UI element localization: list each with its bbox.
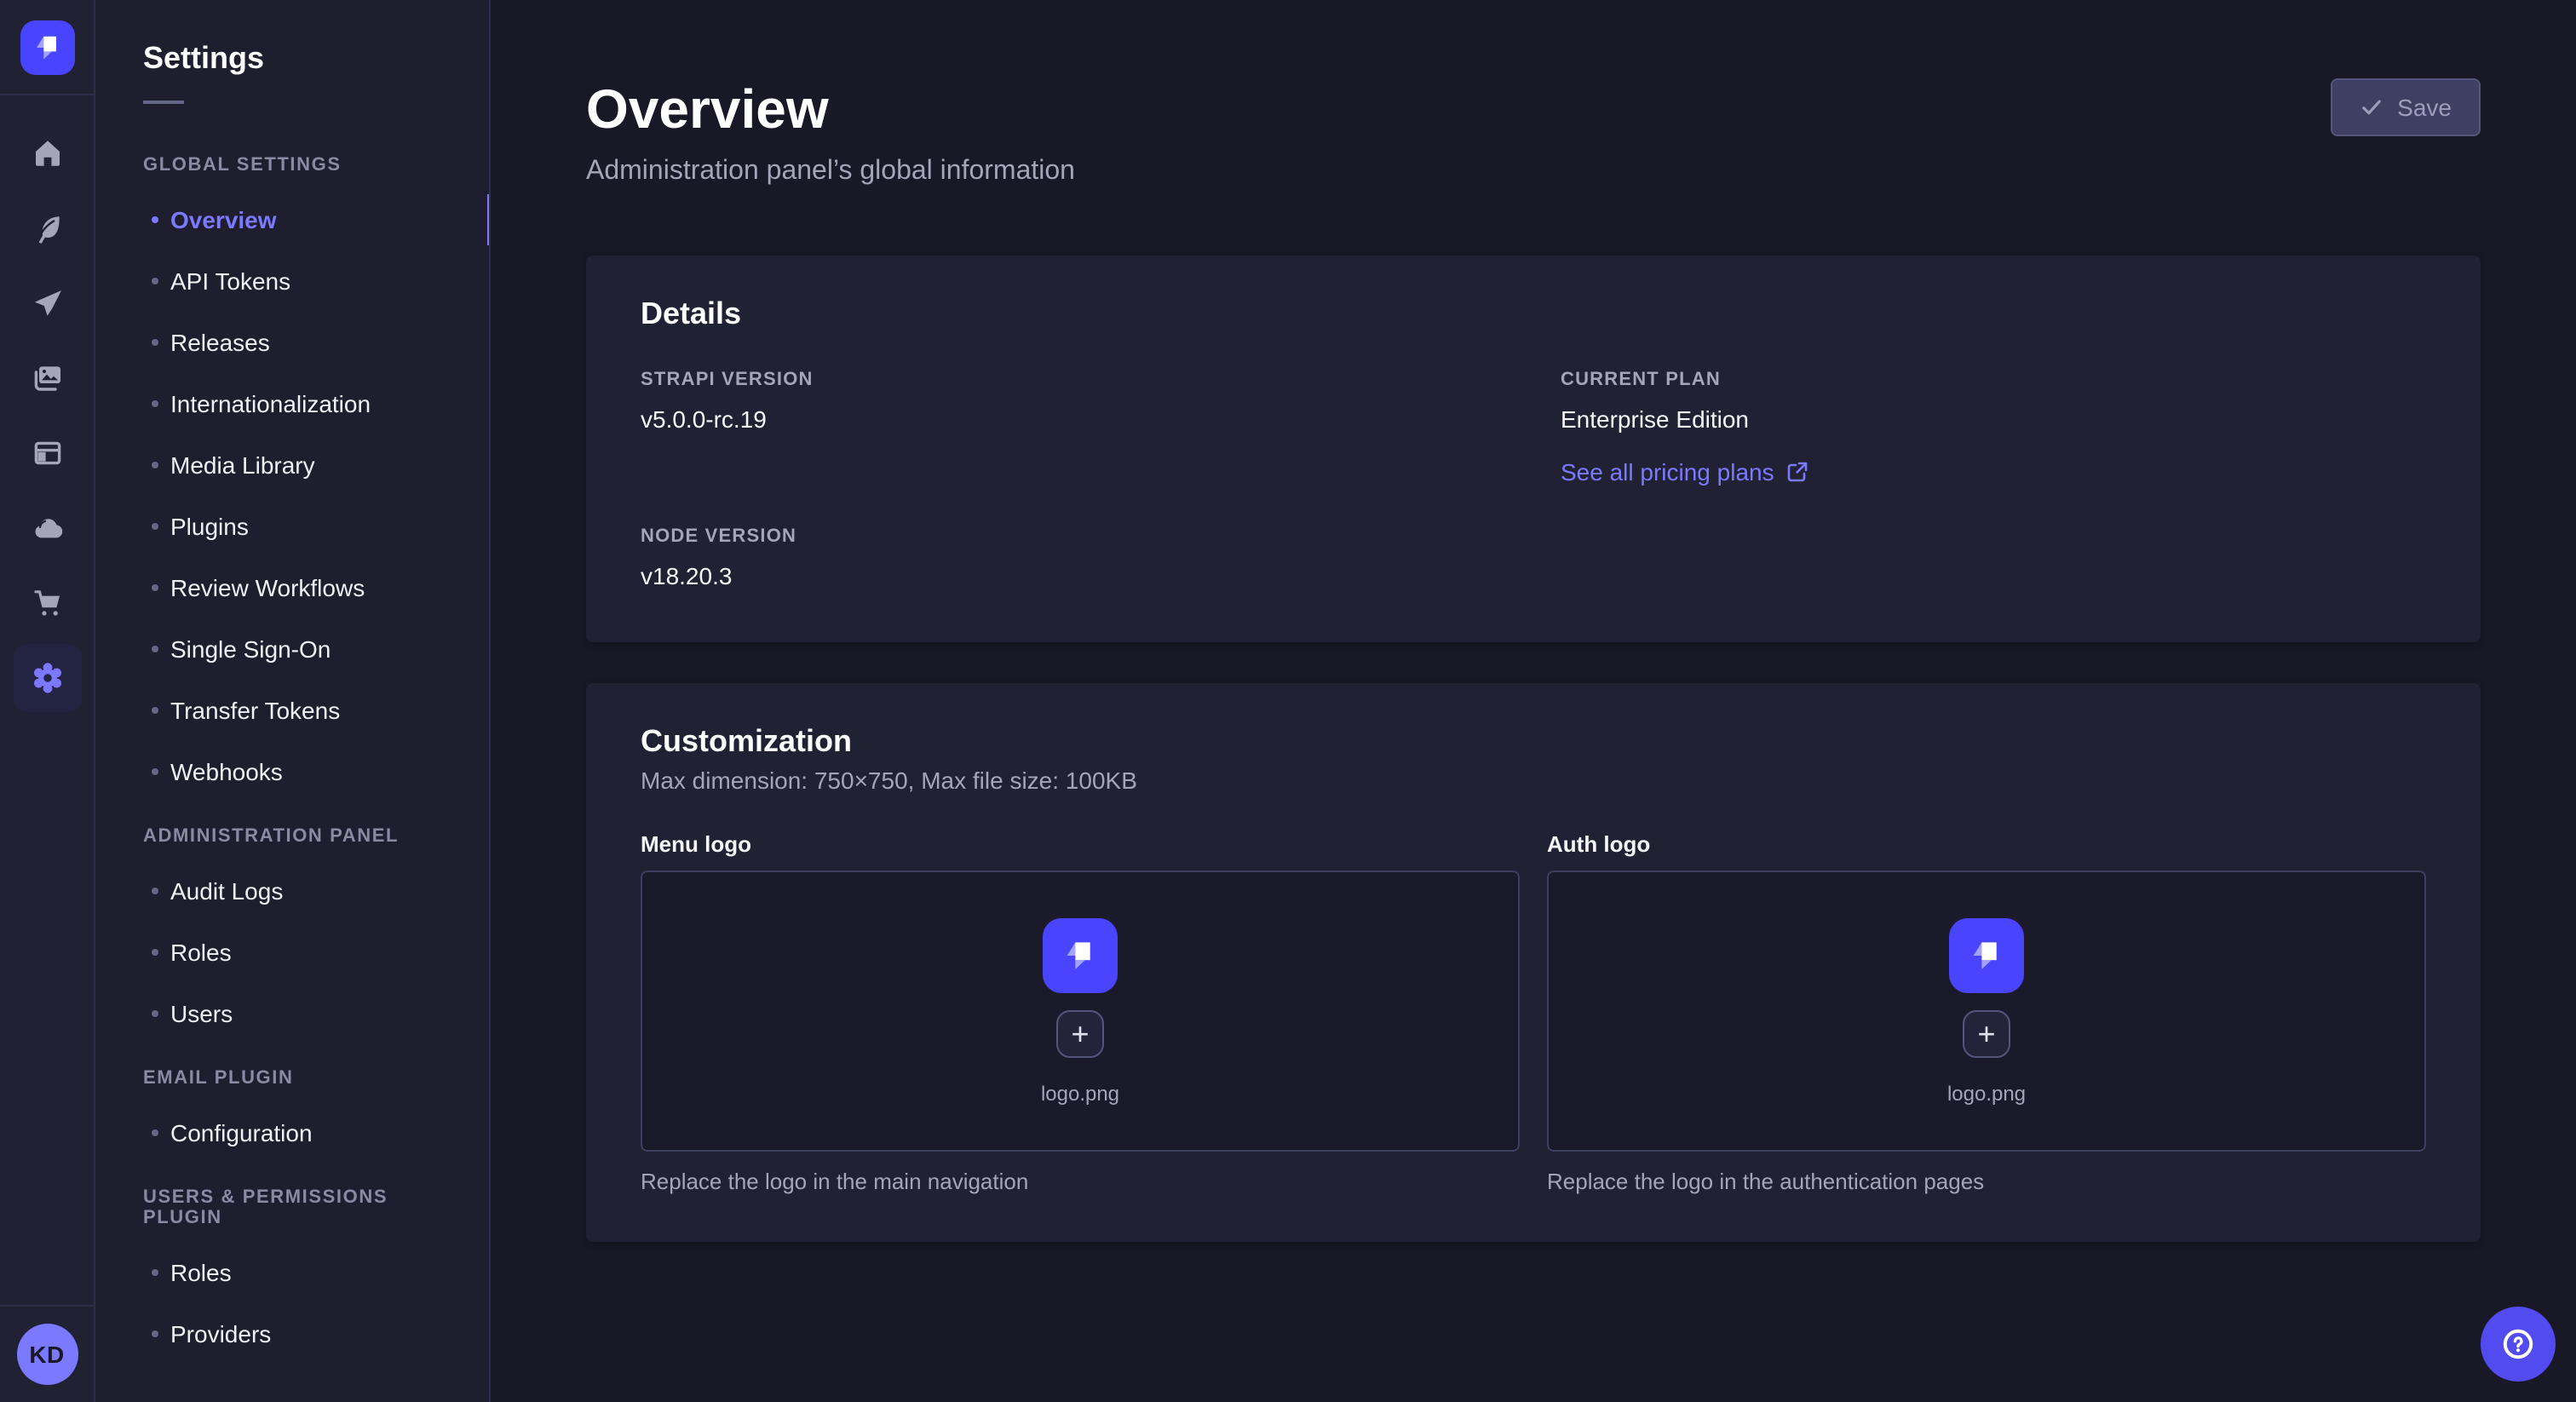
subnav-item-single-sign-on[interactable]: Single Sign-On xyxy=(95,618,489,680)
cart-icon[interactable] xyxy=(13,566,81,641)
auth-logo-label: Auth logo xyxy=(1547,831,2426,857)
auth-logo-preview xyxy=(1949,917,2024,992)
subnav-divider xyxy=(143,101,184,104)
subnav-item-media-library[interactable]: Media Library xyxy=(95,434,489,496)
strapi-bolt-icon xyxy=(1964,933,2009,977)
subnav-section-email-plugin: EMAIL PLUGIN Configuration xyxy=(95,1068,489,1164)
menu-logo-zone: Menu logo + logo.png Replace the logo xyxy=(641,831,1520,1194)
field-value: v5.0.0-rc.19 xyxy=(641,400,1506,438)
subnav-section-global: GLOBAL SETTINGS Overview API Tokens Rele… xyxy=(95,155,489,802)
external-link-icon xyxy=(1788,462,1808,482)
add-logo-button[interactable]: + xyxy=(1056,1009,1104,1057)
pricing-plans-link[interactable]: See all pricing plans xyxy=(1561,458,1808,486)
auth-logo-dropzone[interactable]: + logo.png xyxy=(1547,871,2426,1152)
question-mark-icon xyxy=(2499,1325,2537,1363)
page-header: Overview Administration panel’s global i… xyxy=(586,75,2481,187)
page-subtitle: Administration panel’s global informatio… xyxy=(586,157,1075,187)
field-label: CURRENT PLAN xyxy=(1561,370,2426,390)
details-card: Details STRAPI VERSION v5.0.0-rc.19 CURR… xyxy=(586,256,2481,642)
help-button[interactable] xyxy=(2481,1307,2556,1382)
details-grid-empty-cell xyxy=(1561,526,2426,595)
customization-card-subtitle: Max dimension: 750×750, Max file size: 1… xyxy=(641,767,2426,794)
subnav-item-users[interactable]: Users xyxy=(95,983,489,1044)
paper-plane-icon[interactable] xyxy=(13,266,81,341)
main-content: Overview Administration panel’s global i… xyxy=(491,0,2576,1402)
subnav-item-api-tokens[interactable]: API Tokens xyxy=(95,250,489,312)
strapi-bolt-icon xyxy=(28,28,66,66)
node-version-field: NODE VERSION v18.20.3 xyxy=(641,526,1506,595)
subnav-section-users-permissions: USERS & PERMISSIONS PLUGIN Roles Provide… xyxy=(95,1187,489,1365)
subnav-item-roles[interactable]: Roles xyxy=(95,922,489,983)
pen-icon[interactable] xyxy=(13,191,81,266)
subnav-section-admin-panel: ADMINISTRATION PANEL Audit Logs Roles Us… xyxy=(95,826,489,1044)
menu-logo-label: Menu logo xyxy=(641,831,1520,857)
subnav-item-up-roles[interactable]: Roles xyxy=(95,1242,489,1303)
auth-logo-zone: Auth logo + logo.png Replace the logo xyxy=(1547,831,2426,1194)
add-logo-button[interactable]: + xyxy=(1963,1009,2010,1057)
logo-zones: Menu logo + logo.png Replace the logo xyxy=(641,831,2426,1194)
section-list: Configuration xyxy=(95,1102,489,1164)
auth-logo-caption: Replace the logo in the authentication p… xyxy=(1547,1169,2426,1194)
layout-icon[interactable] xyxy=(13,416,81,491)
subnav-item-audit-logs[interactable]: Audit Logs xyxy=(95,860,489,922)
check-icon xyxy=(2360,95,2383,119)
customization-card: Customization Max dimension: 750×750, Ma… xyxy=(586,683,2481,1242)
section-list: Roles Providers xyxy=(95,1242,489,1365)
subnav-item-review-workflows[interactable]: Review Workflows xyxy=(95,557,489,618)
cloud-icon[interactable] xyxy=(13,491,81,566)
section-header: USERS & PERMISSIONS PLUGIN xyxy=(95,1187,489,1228)
subnav-item-internationalization[interactable]: Internationalization xyxy=(95,373,489,434)
section-list: Audit Logs Roles Users xyxy=(95,860,489,1044)
page-header-text: Overview Administration panel’s global i… xyxy=(586,75,1075,187)
rail-bottom: KD xyxy=(0,1305,95,1402)
subnav-item-plugins[interactable]: Plugins xyxy=(95,496,489,557)
gear-icon[interactable] xyxy=(13,644,81,712)
field-label: STRAPI VERSION xyxy=(641,370,1506,390)
rail-icon-list xyxy=(13,116,81,715)
subnav-item-releases[interactable]: Releases xyxy=(95,312,489,373)
section-header: ADMINISTRATION PANEL xyxy=(95,826,489,847)
field-value: v18.20.3 xyxy=(641,557,1506,595)
menu-logo-preview xyxy=(1043,917,1118,992)
details-card-title: Details xyxy=(641,296,2426,332)
menu-logo-caption: Replace the logo in the main navigation xyxy=(641,1169,1520,1194)
strapi-logo-icon[interactable] xyxy=(20,20,74,74)
subnav-item-overview[interactable]: Overview xyxy=(95,189,489,250)
logo-filename: logo.png xyxy=(1041,1081,1119,1105)
subnav-item-transfer-tokens[interactable]: Transfer Tokens xyxy=(95,680,489,741)
subnav-item-webhooks[interactable]: Webhooks xyxy=(95,741,489,802)
pricing-plans-link-label: See all pricing plans xyxy=(1561,458,1774,486)
save-button[interactable]: Save xyxy=(2331,78,2481,136)
strapi-version-field: STRAPI VERSION v5.0.0-rc.19 xyxy=(641,370,1506,489)
details-grid: STRAPI VERSION v5.0.0-rc.19 CURRENT PLAN… xyxy=(641,370,2426,595)
settings-subnav: Settings GLOBAL SETTINGS Overview API To… xyxy=(95,0,491,1402)
field-label: NODE VERSION xyxy=(641,526,1506,547)
customization-card-title: Customization xyxy=(641,724,2426,760)
menu-logo-dropzone[interactable]: + logo.png xyxy=(641,871,1520,1152)
strapi-bolt-icon xyxy=(1058,933,1102,977)
logo-filename: logo.png xyxy=(1947,1081,2026,1105)
workspace-logo-area xyxy=(0,0,95,95)
subnav-item-configuration[interactable]: Configuration xyxy=(95,1102,489,1164)
strapi-admin-settings: KD Settings GLOBAL SETTINGS Overview API… xyxy=(0,0,2576,1402)
user-avatar[interactable]: KD xyxy=(16,1324,78,1385)
field-value: Enterprise Edition xyxy=(1561,400,2426,438)
subnav-item-up-providers[interactable]: Providers xyxy=(95,1303,489,1365)
subnav-title: Settings xyxy=(95,41,489,77)
section-list: Overview API Tokens Releases Internation… xyxy=(95,189,489,802)
current-plan-field: CURRENT PLAN Enterprise Edition See all … xyxy=(1561,370,2426,489)
section-header: EMAIL PLUGIN xyxy=(95,1068,489,1089)
section-header: GLOBAL SETTINGS xyxy=(95,155,489,175)
save-button-label: Save xyxy=(2397,94,2452,121)
nav-rail: KD xyxy=(0,0,95,1402)
home-icon[interactable] xyxy=(13,116,81,191)
page-title: Overview xyxy=(586,75,1075,143)
pictures-icon[interactable] xyxy=(13,341,81,416)
